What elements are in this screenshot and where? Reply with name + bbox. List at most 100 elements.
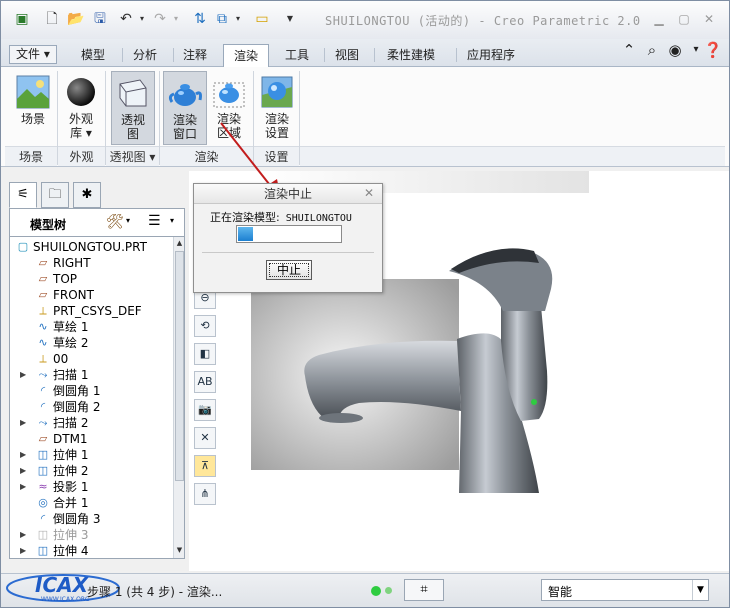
status-message: 步骤 1 (共 4 步) - 渲染... [87,585,223,599]
selection-filter-select[interactable]: 智能 ▼ [541,579,709,601]
teapot-icon [168,84,202,106]
appearance-label-2: 库 ▾ [70,126,92,140]
tab-flexible-modeling[interactable]: 柔性建模 [377,44,445,67]
perspective-label-1: 透视 [120,113,145,127]
close-window-icon[interactable]: ▭ [253,10,271,28]
folder-browser-tab-icon[interactable]: 🗀 [41,182,69,208]
tab-separator [374,48,375,62]
tab-file[interactable]: 文件 ▾ [9,45,57,64]
datum-plane-icon: ▱ [38,288,48,301]
redo-dropdown-icon[interactable]: ▾ [167,10,185,28]
tree-item-label: SHUILONGTOU.PRT [33,240,147,254]
expand-arrow-icon[interactable]: ▶ [20,447,30,463]
tree-item-label: 倒圆角 2 [53,400,101,414]
datum-plane-icon: ▱ [38,256,48,269]
tree-settings-dropdown-icon[interactable]: ▾ [126,216,130,225]
scroll-up-icon[interactable]: ▲ [174,237,184,249]
ribbon-panel: 场景 外观 库 ▾ 透视 图 渲染 窗口 渲染 渲染 设置 场景 外观 透视图 … [1,67,729,167]
expand-arrow-icon[interactable]: ▶ [20,543,30,558]
dialog-close-icon[interactable]: ✕ [362,186,376,200]
chevron-down-icon[interactable]: ▼ [692,580,708,600]
new-icon[interactable]: 🗋 [43,10,61,28]
dialog-title: 渲染中止 [194,184,382,204]
tree-item-label: RIGHT [53,256,91,270]
undo-dropdown-icon[interactable]: ▾ [133,10,151,28]
dialog-separator [202,252,374,253]
scene-button[interactable]: 场景 [11,71,55,145]
spin-center-icon[interactable]: ⊼ [194,455,216,477]
search-icon[interactable]: ⌕ [641,39,663,61]
status-bar: ICAX WWW.ICAX.ORG 步骤 1 (共 4 步) - 渲染... ⌗… [1,573,729,607]
expand-arrow-icon[interactable]: ▶ [20,367,30,383]
status-light-icon [371,586,381,596]
perspective-label-2: 图 [126,127,139,141]
csys-icon: ⟂ [39,304,47,317]
regenerate-icon[interactable]: ⇅ [191,10,209,28]
scroll-down-icon[interactable]: ▼ [174,544,184,556]
group-scene: 场景 [5,146,57,166]
maximize-icon[interactable]: ▢ [676,11,692,27]
save-icon[interactable]: 🖫 [91,10,109,28]
collapse-ribbon-icon[interactable]: ⌃ [618,39,640,61]
extrude-icon: ◫ [37,464,49,477]
model-tree-tab-icon[interactable]: ⚟ [9,182,37,208]
favorites-tab-icon[interactable]: ✱ [73,182,101,208]
appearance-label-1: 外观 [68,112,93,126]
find-icon[interactable]: ⌗ [404,579,444,601]
render-progress-bar [236,225,342,243]
tree-show-dropdown-icon[interactable]: ▾ [170,216,174,225]
customize-icon[interactable]: ▼ [281,10,299,28]
scroll-thumb[interactable] [175,251,184,481]
perspective-button[interactable]: 透视 图 [111,71,155,145]
tab-model[interactable]: 模型 [71,44,115,67]
expand-arrow-icon[interactable]: ▶ [20,479,30,495]
sweep-icon: ⤳ [38,368,48,381]
merge-icon: ◎ [38,496,48,509]
close-icon[interactable]: ✕ [701,11,717,27]
expand-arrow-icon[interactable]: ▶ [20,415,30,431]
tree-item-label: 拉伸 4 [53,544,89,558]
tab-render[interactable]: 渲染 [223,44,270,67]
csys-icon: ⟂ [39,352,47,365]
tree-item-label: TOP [53,272,78,286]
datum-display-icon[interactable]: ✕ [194,427,216,449]
expand-arrow-icon[interactable]: ▶ [20,463,30,479]
tree-item-label: FRONT [53,288,94,302]
community-icon[interactable]: ◉ [664,39,686,61]
tree-show-icon[interactable]: ☰ [148,213,161,229]
window-title: SHUILONGTOU (活动的) - Creo Parametric 2.0 [325,14,641,28]
open-icon[interactable]: 📂 [67,10,85,28]
repaint-icon[interactable]: ⟲ [194,315,216,337]
group-empty [300,146,725,166]
tab-view[interactable]: 视图 [325,44,369,67]
perspective-icon [119,79,147,107]
tab-annotation[interactable]: 注释 [173,44,217,67]
navigator-tabs: ⚟ 🗀 ✱ [9,182,185,208]
dialog-message: 正在渲染模型: SHUILONGTOU [210,209,352,225]
expand-arrow-icon[interactable]: ▶ [20,527,30,543]
tree-item-label: 拉伸 1 [53,448,89,462]
tree-item-label: 草绘 2 [53,336,89,350]
appearance-gallery-button[interactable]: 外观 库 ▾ [59,71,103,145]
tree-item-label: 草绘 1 [53,320,89,334]
model-tree-title: 模型树 [30,218,67,232]
windows-dropdown-icon[interactable]: ▾ [229,10,247,28]
sweep-icon: ⤳ [38,416,48,429]
dialog-message-text: 正在渲染模型: [210,211,280,224]
tree-settings-icon[interactable]: 🛠 [106,214,124,230]
help-icon[interactable]: ❓ [702,39,724,61]
dialog-model-name: SHUILONGTOU [285,213,352,224]
tree-scrollbar[interactable]: ▲ ▼ [173,237,184,558]
abort-button[interactable]: 中止 [266,260,312,280]
minimize-icon[interactable]: ▁ [651,11,667,27]
view-manager-icon[interactable]: 📷 [194,399,216,421]
render-window-label-2: 窗口 [172,127,197,141]
tab-applications[interactable]: 应用程序 [457,44,525,67]
saved-views-icon[interactable]: AB [194,371,216,393]
title-bar: ▣ 🗋 📂 🖫 ↶ ▾ ↷ ▾ ⇅ ⧉ ▾ ▭ ▼ SHUILONGTOU (活… [1,1,729,39]
tab-tools[interactable]: 工具 [275,44,319,67]
display-style-icon[interactable]: ◧ [194,343,216,365]
tab-analysis[interactable]: 分析 [123,44,167,67]
annotation-display-icon[interactable]: ⋔ [194,483,216,505]
group-perspective[interactable]: 透视图 ▾ [106,146,159,166]
